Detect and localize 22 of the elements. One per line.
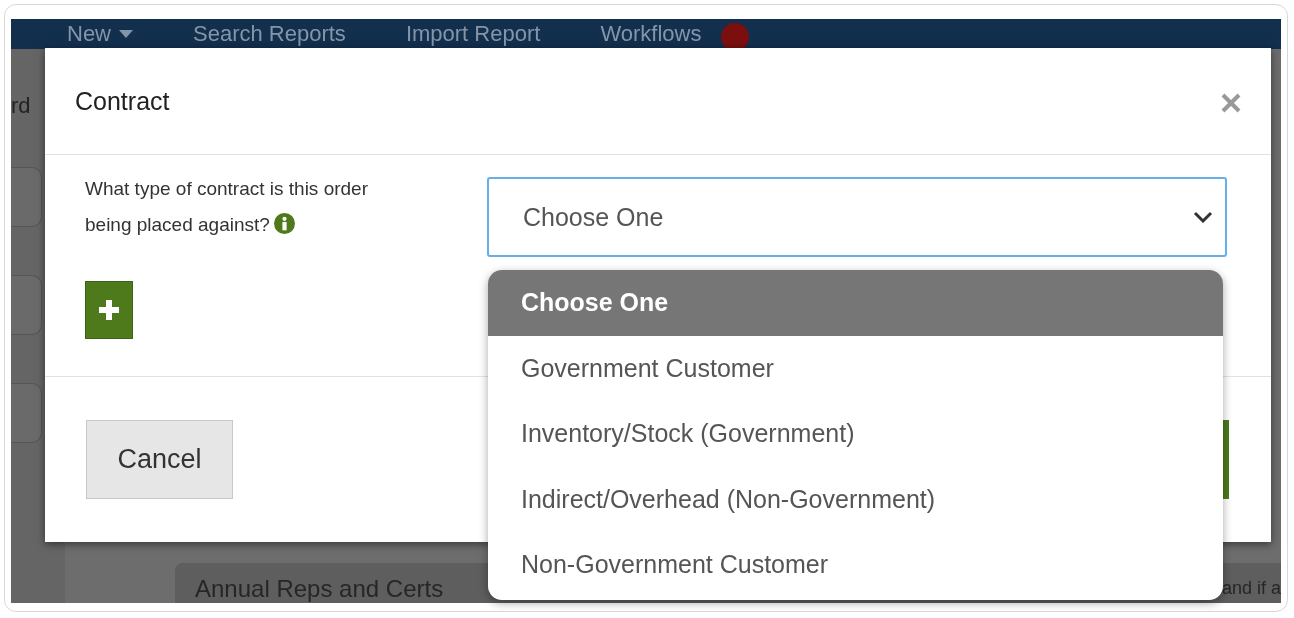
info-icon[interactable] (273, 213, 295, 234)
modal-title: Contract (75, 86, 170, 116)
dropdown-option[interactable]: Government Customer (488, 335, 1223, 401)
notification-dot (721, 23, 750, 51)
nav-link[interactable]: Search Reports (193, 21, 346, 47)
dropdown-option[interactable]: Non-Government Customer (488, 532, 1223, 598)
dropdown-option[interactable]: Inventory/Stock (Government) (488, 401, 1223, 467)
nav-link[interactable]: Workflows (600, 21, 702, 47)
card-text: and if a (1221, 578, 1281, 600)
add-button[interactable] (85, 281, 133, 339)
dropdown-option[interactable]: Choose One (488, 270, 1223, 336)
nav-link[interactable]: Import Report (405, 21, 541, 47)
page-heading: rd (11, 93, 32, 119)
plus-icon (99, 300, 119, 320)
question-label: What type of contract is this order being placed against? (85, 177, 369, 237)
dropdown-option[interactable]: Indirect/Overhead (Non-Government) (488, 466, 1223, 532)
chevron-icon (1193, 211, 1213, 223)
cancel-button[interactable]: Cancel (86, 420, 233, 499)
close-icon (1221, 93, 1241, 113)
nav-link[interactable]: New (67, 21, 133, 47)
card-title: Annual Reps and Certs (195, 575, 444, 603)
contract-type-select[interactable]: Choose One (487, 177, 1227, 257)
